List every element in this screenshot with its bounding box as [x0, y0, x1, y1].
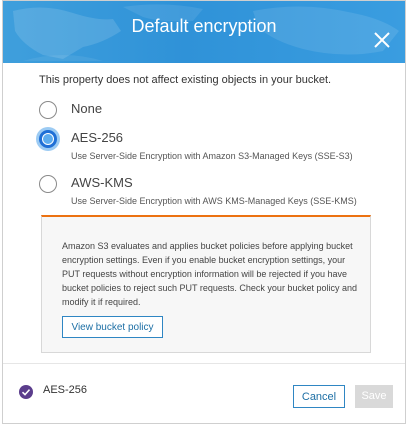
option-aes-256-description: Use Server-Side Encryption with Amazon S…	[71, 151, 353, 161]
info-text: This property does not affect existing o…	[39, 74, 332, 86]
radio-aes-256[interactable]	[39, 130, 57, 148]
dialog-title: Default encryption	[131, 16, 277, 36]
radio-aws-kms[interactable]	[39, 175, 57, 193]
check-circle-icon	[19, 385, 33, 399]
option-none-label: None	[71, 101, 103, 116]
cancel-button[interactable]: Cancel	[293, 385, 345, 408]
radio-none[interactable]	[39, 101, 57, 119]
option-aws-kms-description: Use Server-Side Encryption with AWS KMS-…	[71, 196, 357, 206]
option-aws-kms-label: AWS-KMS	[71, 175, 133, 190]
bucket-policy-warning: Amazon S3 evaluates and applies bucket p…	[41, 215, 371, 353]
footer-divider	[3, 363, 405, 364]
view-bucket-policy-button[interactable]: View bucket policy	[62, 316, 163, 338]
dialog-header: Default encryption	[3, 1, 405, 63]
option-aes-256-label: AES-256	[71, 130, 124, 145]
selected-encryption-label: AES-256	[43, 384, 88, 396]
close-icon[interactable]	[373, 31, 391, 49]
default-encryption-dialog: Default encryption This property does no…	[2, 0, 406, 424]
save-button[interactable]: Save	[355, 385, 393, 408]
warning-text: Amazon S3 evaluates and applies bucket p…	[62, 241, 357, 307]
